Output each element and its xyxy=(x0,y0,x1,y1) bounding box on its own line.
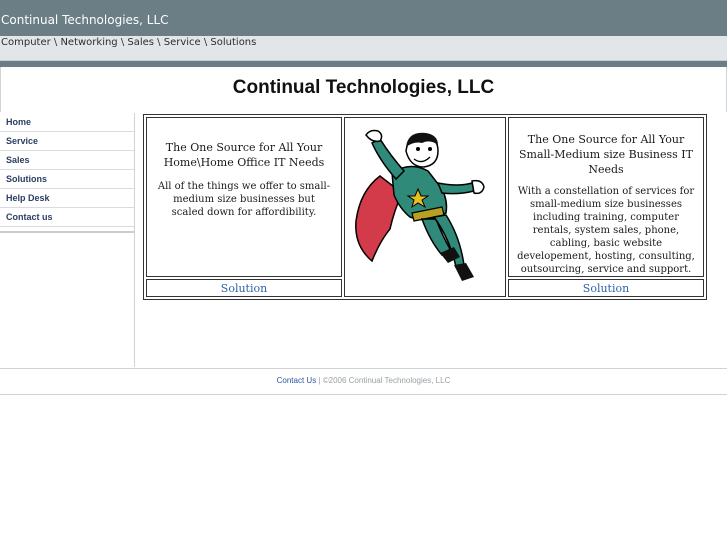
home-office-body: All of the things we offer to small-medi… xyxy=(157,181,331,218)
offer-grid: The One Source for All Your Home\Home Of… xyxy=(143,114,707,300)
page-header: Continual Technologies, LLC xyxy=(0,67,727,112)
nav-item-home[interactable]: Home xyxy=(0,113,134,132)
nav-item-sales[interactable]: Sales xyxy=(0,151,134,170)
nav-item-help-desk[interactable]: Help Desk xyxy=(0,189,134,208)
footer-line: Contact Us | ©2006 Continual Technologie… xyxy=(0,376,727,385)
business-panel: The One Source for All Your Small-Medium… xyxy=(508,117,704,277)
footer-contact-link[interactable]: Contact Us xyxy=(277,376,317,385)
tagline-bar: Computer \ Networking \ Sales \ Service … xyxy=(0,36,727,61)
business-solution-link[interactable]: Solution xyxy=(508,279,704,297)
top-bar: Continual Technologies, LLC xyxy=(0,0,727,36)
nav-item-solutions[interactable]: Solutions xyxy=(0,170,134,189)
mascot-panel xyxy=(344,117,506,297)
sidebar: Home Service Sales Solutions Help Desk C… xyxy=(0,113,135,367)
site-name: Continual Technologies, LLC xyxy=(1,13,169,27)
footer: Contact Us | ©2006 Continual Technologie… xyxy=(0,368,727,395)
content-area: The One Source for All Your Home\Home Of… xyxy=(143,114,707,300)
nav-divider xyxy=(0,227,134,233)
nav-item-contact-us[interactable]: Contact us xyxy=(0,208,134,227)
home-office-heading: The One Source for All Your Home\Home Of… xyxy=(163,141,325,169)
page-title: Continual Technologies, LLC xyxy=(232,77,495,98)
home-solution-link[interactable]: Solution xyxy=(146,279,342,297)
tagline-text: Computer \ Networking \ Sales \ Service … xyxy=(1,37,257,48)
business-body: With a constellation of services for sma… xyxy=(517,186,695,275)
footer-copyright: ©2006 Continual Technologies, LLC xyxy=(322,376,451,385)
superhero-mascot-icon xyxy=(355,129,485,281)
nav-item-service[interactable]: Service xyxy=(0,132,134,151)
business-heading: The One Source for All Your Small-Medium… xyxy=(519,133,693,176)
home-office-panel: The One Source for All Your Home\Home Of… xyxy=(146,117,342,277)
